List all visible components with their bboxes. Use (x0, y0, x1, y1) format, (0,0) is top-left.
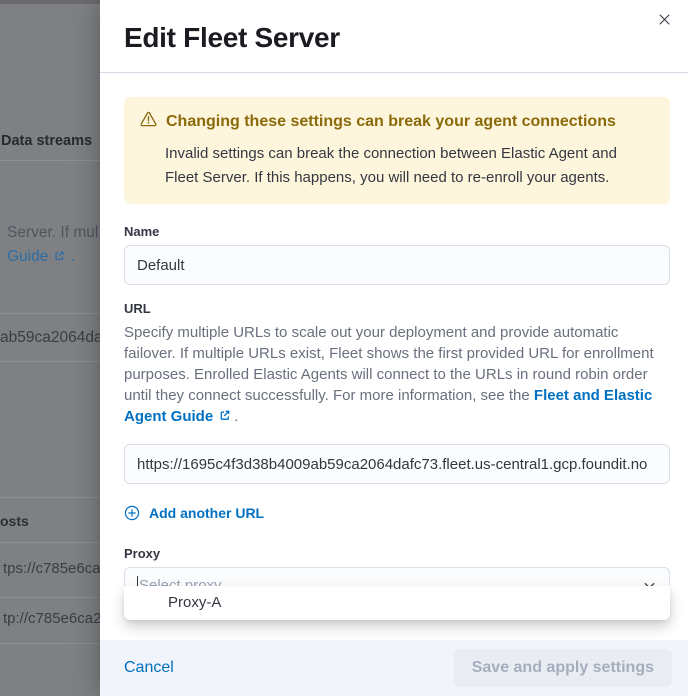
dimmed-background-page: Data streams Server. If mul Guide. ab59c… (0, 0, 100, 696)
url-field-label: URL (124, 301, 670, 316)
flyout-footer: Cancel Save and apply settings (100, 640, 688, 696)
background-host-row-2: tp://c785e6ca2 (3, 610, 100, 627)
background-guide-link-row: Guide. (7, 248, 75, 267)
background-tab-data-streams: Data streams (1, 133, 92, 149)
warning-callout: Changing these settings can break your a… (124, 97, 670, 204)
proxy-option-proxy-a[interactable]: Proxy-A (124, 588, 670, 616)
background-paragraph-fragment: Server. If mul (7, 224, 98, 242)
url-field-description: Specify multiple URLs to scale out your … (124, 322, 670, 428)
name-field-row: Name (124, 224, 670, 285)
flyout-title: Edit Fleet Server (124, 22, 664, 54)
external-link-icon (218, 407, 232, 428)
warning-callout-title-row: Changing these settings can break your a… (140, 111, 654, 133)
close-icon (658, 13, 671, 29)
background-section-divider (0, 497, 100, 498)
external-link-icon (53, 249, 66, 267)
url-description-suffix: . (234, 408, 238, 425)
flyout-body: Changing these settings can break your a… (100, 73, 688, 640)
background-tab-underline (0, 160, 100, 161)
edit-fleet-server-flyout: Edit Fleet Server Changing these setting… (100, 0, 688, 696)
close-button[interactable] (650, 7, 678, 35)
flyout-header: Edit Fleet Server (100, 0, 688, 73)
plus-in-circle-icon (124, 505, 140, 521)
background-table-divider-3 (0, 643, 100, 644)
name-field-label: Name (124, 224, 670, 239)
background-top-bar (0, 0, 100, 4)
proxy-field-label: Proxy (124, 546, 670, 561)
background-hosts-label: osts (0, 513, 29, 529)
warning-triangle-icon (140, 111, 157, 133)
background-table-divider-1 (0, 542, 100, 543)
proxy-options-popover: Proxy-A (124, 586, 670, 620)
save-and-apply-settings-button[interactable]: Save and apply settings (454, 649, 672, 687)
background-guide-suffix: . (70, 248, 74, 265)
add-another-url-label: Add another URL (149, 505, 264, 521)
background-table-divider-2 (0, 597, 100, 598)
url-field-row: URL Specify multiple URLs to scale out y… (124, 301, 670, 484)
background-guide-link: Guide (7, 248, 48, 265)
warning-callout-title: Changing these settings can break your a… (166, 113, 616, 131)
cancel-button[interactable]: Cancel (124, 659, 174, 677)
fleet-server-url-input[interactable] (124, 444, 670, 484)
warning-callout-body: Invalid settings can break the connectio… (165, 142, 654, 190)
background-input-top-border (0, 313, 100, 314)
background-host-row-1: tps://c785e6ca (3, 560, 100, 577)
background-input-bottom-border (0, 361, 100, 362)
name-input[interactable] (124, 245, 670, 285)
proxy-field-row: Proxy Select proxy Proxy-A (124, 546, 670, 603)
background-host-input-fragment: ab59ca2064da (0, 329, 100, 347)
add-another-url-button[interactable]: Add another URL (124, 505, 264, 521)
